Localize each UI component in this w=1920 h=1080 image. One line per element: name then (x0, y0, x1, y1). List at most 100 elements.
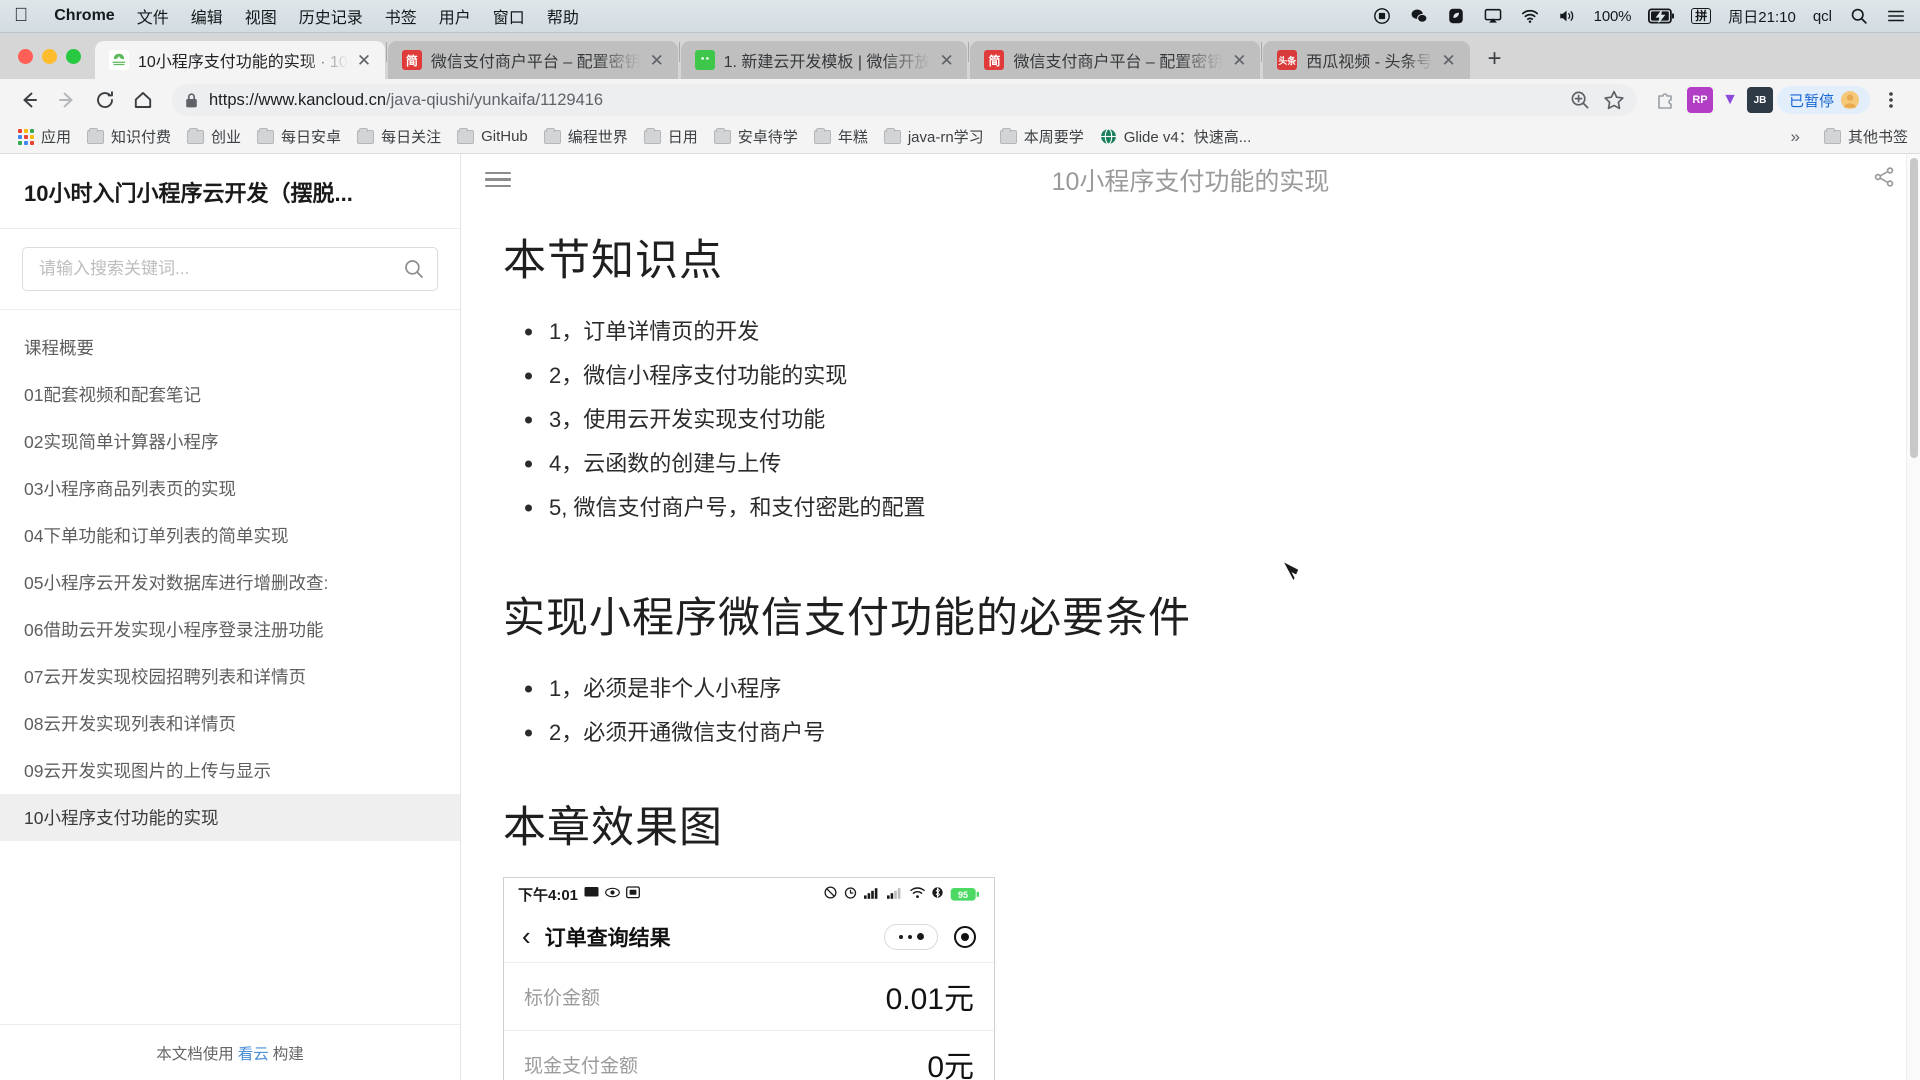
footer-link[interactable]: 看云 (238, 1042, 269, 1064)
puzzle-icon[interactable] (1649, 83, 1683, 117)
row-label: 标价金额 (524, 987, 601, 1009)
battery-charging-icon[interactable] (1648, 8, 1675, 24)
rp-extension-icon[interactable]: RP (1686, 87, 1713, 114)
back-arrow-icon[interactable] (12, 83, 46, 117)
doc-sidebar: 10小时入门小程序云开发（摆脱... 课程概要 01配套视频和配套笔记 02实现… (0, 153, 461, 1080)
bookmark-glide[interactable]: Glide v4：快速高... (1092, 122, 1260, 151)
folder-icon (813, 127, 831, 144)
reload-icon[interactable] (88, 83, 122, 117)
screenshot-navbar: ‹ 订单查询结果 (504, 912, 994, 962)
menu-item-view[interactable]: 视图 (245, 4, 277, 28)
bookmark-folder-8[interactable]: 年糕 (806, 122, 876, 151)
bookmark-folder-7[interactable]: 安卓待学 (706, 122, 806, 151)
toc-item-1[interactable]: 01配套视频和配套笔记 (0, 371, 460, 418)
menu-item-history[interactable]: 历史记录 (299, 4, 363, 28)
toc-item-6[interactable]: 06借助云开发实现小程序登录注册功能 (0, 606, 460, 653)
tab-strip: 10小程序支付功能的实现 · 10 ✕ 简 微信支付商户平台 – 配置密钥 ✕ … (0, 33, 1920, 79)
volume-icon[interactable] (1557, 7, 1577, 25)
tab-close-button[interactable]: ✕ (357, 52, 375, 69)
bookmarks-bar: 应用 知识付费 创业 每日安卓 每日关注 GitHub 编程世界 日用 安卓待学… (0, 121, 1920, 154)
browser-toolbar: https://www.kancloud.cn/java-qiushi/yunk… (0, 79, 1920, 122)
toc-item-5[interactable]: 05小程序云开发对数据库进行增删改查: (0, 559, 460, 606)
tab-0[interactable]: 10小程序支付功能的实现 · 10 ✕ (95, 41, 385, 79)
menu-app-name[interactable]: Chrome (54, 7, 114, 25)
apple-logo-icon[interactable]:  (14, 6, 28, 25)
bookmark-label: 编程世界 (567, 129, 628, 147)
close-window-button[interactable] (18, 48, 33, 64)
hamburger-icon[interactable] (485, 171, 511, 188)
toc-item-7[interactable]: 07云开发实现校园招聘列表和详情页 (0, 653, 460, 700)
bookmark-folder-0[interactable]: 知识付费 (79, 122, 179, 151)
toc-item-0[interactable]: 课程概要 (0, 324, 460, 371)
toc-item-8[interactable]: 08云开发实现列表和详情页 (0, 700, 460, 747)
menu-item-edit[interactable]: 编辑 (191, 4, 223, 28)
bookmark-folder-2[interactable]: 每日安卓 (249, 122, 349, 151)
input-method-indicator[interactable]: 拼 (1691, 8, 1712, 24)
search-icon[interactable] (403, 258, 425, 280)
lock-icon[interactable] (184, 92, 199, 109)
menu-item-file[interactable]: 文件 (137, 4, 169, 28)
menu-item-user[interactable]: 用户 (439, 4, 471, 28)
three-dot-menu-icon[interactable] (1874, 83, 1908, 117)
screenshot-row-0: 标价金额 0.01元 (504, 961, 994, 1030)
minimize-window-button[interactable] (42, 48, 57, 64)
bookmark-folder-4[interactable]: GitHub (449, 124, 536, 149)
control-center-icon[interactable] (1886, 7, 1906, 25)
menu-username[interactable]: qcl (1813, 8, 1832, 25)
sync-paused-badge[interactable]: 已暂停 (1776, 86, 1870, 115)
wechat-icon[interactable] (1409, 7, 1429, 25)
tab-4[interactable]: 头条 西瓜视频 - 头条号 ✕ (1263, 41, 1470, 79)
app-icon[interactable] (1446, 7, 1466, 25)
folder-icon (543, 127, 561, 144)
tab-2[interactable]: 1. 新建云开发模板 | 微信开放 ✕ (680, 41, 968, 79)
toc-item-10[interactable]: 10小程序支付功能的实现 (0, 793, 460, 841)
funnel-extension-icon[interactable]: ▼ (1717, 87, 1743, 113)
tab-3[interactable]: 简 微信支付商户平台 – 配置密钥 ✕ (970, 41, 1261, 79)
menu-item-help[interactable]: 帮助 (547, 4, 579, 28)
airplay-icon[interactable] (1483, 7, 1503, 25)
window-controls[interactable] (12, 33, 95, 79)
toc-item-3[interactable]: 03小程序商品列表页的实现 (0, 465, 460, 512)
bookmarks-overflow-button[interactable]: » (1791, 127, 1800, 147)
zoom-in-icon[interactable] (1569, 89, 1591, 111)
menu-datetime[interactable]: 周日21:10 (1728, 6, 1796, 27)
tab-favicon (694, 50, 715, 70)
menu-item-window[interactable]: 窗口 (493, 4, 525, 28)
toc-item-2[interactable]: 02实现简单计算器小程序 (0, 418, 460, 465)
bookmark-folder-10[interactable]: 本周要学 (992, 122, 1092, 151)
address-bar[interactable]: https://www.kancloud.cn/java-qiushi/yunk… (172, 84, 1637, 117)
bookmark-apps[interactable]: 应用 (10, 122, 79, 151)
tab-close-button[interactable]: ✕ (1232, 52, 1250, 69)
search-box[interactable] (22, 246, 438, 291)
doc-content: 10小程序支付功能的实现 本节知识点 1，订单详情页的开发 2，微信小程序支付功… (461, 153, 1920, 1080)
bookmark-folder-1[interactable]: 创业 (179, 122, 249, 151)
bookmark-folder-9[interactable]: java-rn学习 (876, 122, 992, 151)
wifi-icon[interactable] (1520, 7, 1540, 25)
bookmark-folder-6[interactable]: 日用 (636, 122, 706, 151)
scrollbar-thumb[interactable] (1910, 157, 1918, 458)
menu-item-bookmarks[interactable]: 书签 (385, 4, 417, 28)
search-input[interactable] (39, 258, 403, 279)
tab-close-button[interactable]: ✕ (939, 52, 957, 69)
star-icon[interactable] (1603, 89, 1625, 111)
zoom-window-button[interactable] (66, 48, 81, 64)
new-tab-button[interactable]: + (1478, 42, 1512, 76)
jb-extension-icon[interactable]: JB (1746, 87, 1773, 114)
share-icon[interactable] (1872, 165, 1896, 194)
bookmark-other[interactable]: 其他书签 (1816, 122, 1910, 151)
avatar-icon[interactable] (1840, 90, 1860, 110)
record-icon[interactable] (1372, 7, 1392, 25)
screenshot-time: 下午4:01 (518, 887, 579, 905)
bookmark-folder-5[interactable]: 编程世界 (536, 122, 636, 151)
home-icon[interactable] (126, 83, 160, 117)
tab-close-button[interactable]: ✕ (1442, 52, 1460, 69)
bookmark-folder-3[interactable]: 每日关注 (349, 122, 449, 151)
forward-arrow-icon[interactable] (50, 83, 84, 117)
tab-1[interactable]: 简 微信支付商户平台 – 配置密钥 ✕ (387, 41, 678, 79)
screenshot-row-1: 现金支付金额 0元 (504, 1029, 994, 1080)
toc-item-9[interactable]: 09云开发实现图片的上传与显示 (0, 747, 460, 794)
page-scrollbar[interactable] (1906, 153, 1920, 1080)
tab-close-button[interactable]: ✕ (650, 52, 668, 69)
search-icon[interactable] (1849, 7, 1869, 25)
toc-item-4[interactable]: 04下单功能和订单列表的简单实现 (0, 512, 460, 559)
